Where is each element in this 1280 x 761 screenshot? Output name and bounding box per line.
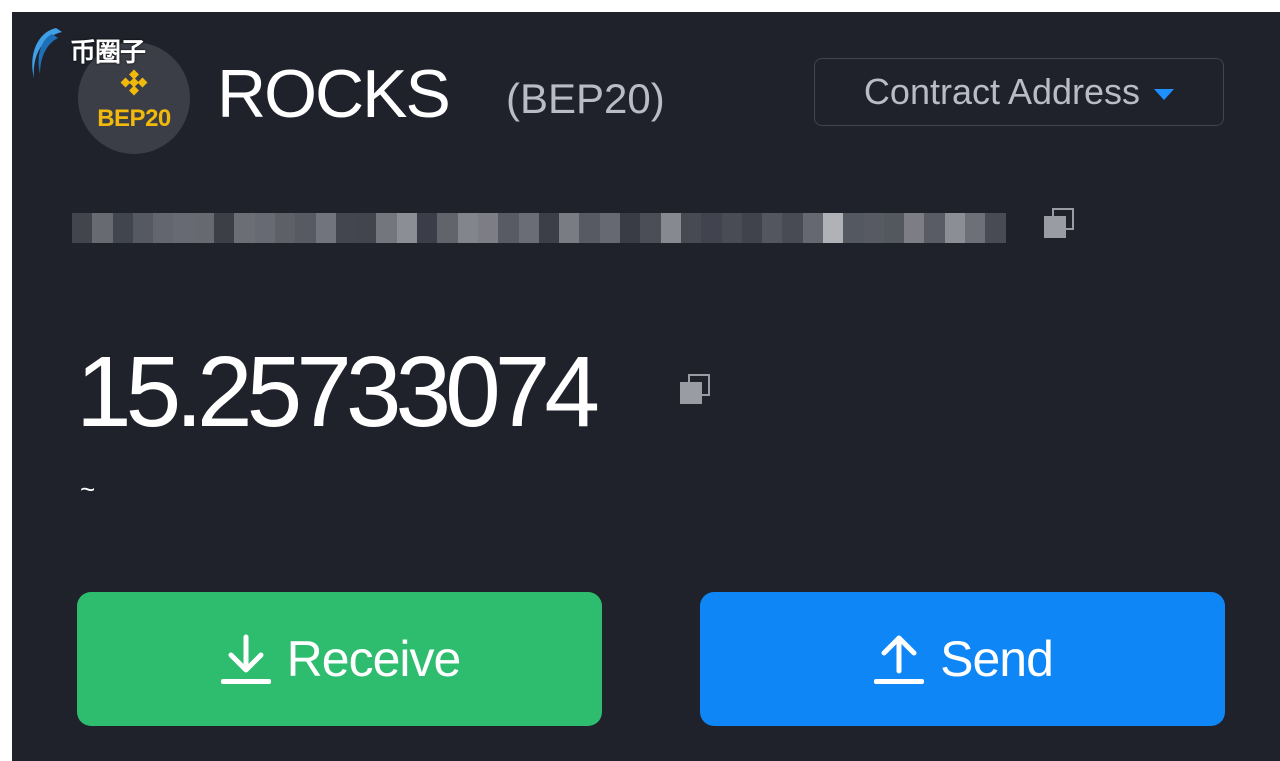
send-label: Send [940, 631, 1054, 687]
caret-down-icon [1154, 88, 1175, 100]
receive-button[interactable]: Receive [77, 592, 602, 726]
token-standard: (BEP20) [506, 75, 665, 122]
copy-balance-icon[interactable] [678, 372, 712, 406]
copy-address-icon[interactable] [1042, 208, 1076, 242]
contract-address-dropdown[interactable]: Contract Address [814, 58, 1224, 126]
send-button[interactable]: Send [700, 592, 1225, 726]
watermark: 币圈子 [26, 24, 146, 82]
watermark-logo-icon [26, 24, 66, 82]
contract-address-label: Contract Address [863, 71, 1141, 112]
download-arrow-icon [220, 634, 271, 684]
wallet-address-blurred [72, 213, 1006, 243]
watermark-text: 币圈子 [70, 38, 146, 68]
token-detail-panel: 币圈子 BEP20 ROCKS (BEP20) Contract Address… [12, 12, 1280, 761]
token-name: ROCKS [217, 56, 451, 132]
fiat-value: ~ [80, 474, 96, 504]
token-badge-label: BEP20 [97, 105, 171, 132]
receive-label: Receive [286, 631, 462, 687]
upload-arrow-icon [874, 635, 925, 684]
token-balance: 15.25733074 [76, 336, 600, 448]
